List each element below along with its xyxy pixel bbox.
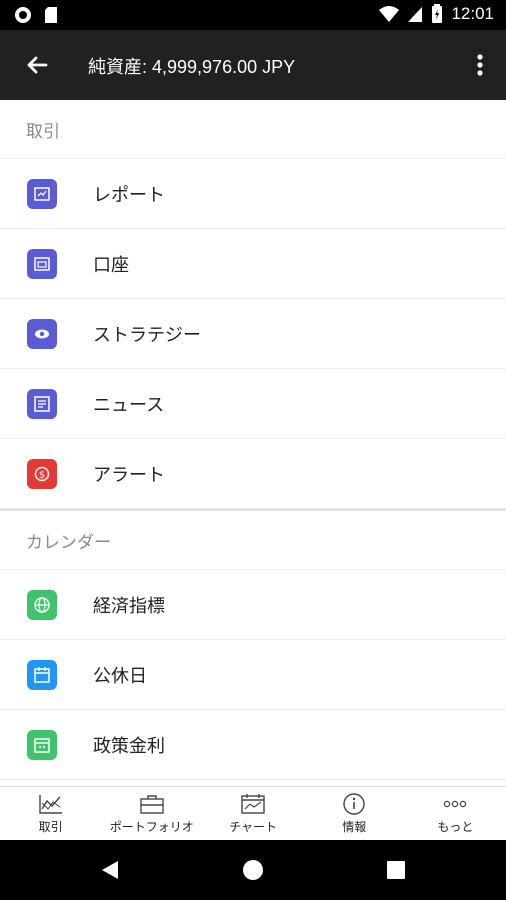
- signal-icon: [408, 7, 423, 22]
- list-item-label: ニュース: [93, 394, 165, 415]
- back-arrow-icon[interactable]: [22, 50, 52, 80]
- camera-icon: [15, 7, 31, 23]
- news-icon: [27, 388, 57, 419]
- home-circle-icon[interactable]: [242, 859, 264, 881]
- section-header-trade: 取引: [0, 100, 506, 159]
- tab-trade[interactable]: 取引: [0, 787, 101, 841]
- back-triangle-icon[interactable]: [100, 860, 120, 880]
- battery-icon: [432, 4, 443, 23]
- rates-icon: [27, 729, 57, 760]
- list-item-news[interactable]: ニュース: [0, 369, 506, 439]
- list-item-public-holidays[interactable]: 公休日: [0, 640, 506, 710]
- info-icon: [343, 793, 365, 815]
- list-item-report[interactable]: レポート: [0, 159, 506, 229]
- list-item-label: 公休日: [93, 665, 147, 686]
- more-icon: [444, 800, 467, 808]
- tab-label: 取引: [38, 820, 63, 834]
- svg-text:$: $: [39, 470, 45, 481]
- tab-label: ポートフォリオ: [109, 820, 194, 834]
- system-navigation-bar: [0, 840, 506, 900]
- sd-card-icon: [45, 7, 57, 23]
- calendar-icon: [27, 659, 57, 690]
- list-item-label: レポート: [93, 184, 165, 205]
- status-time: 12:01: [451, 4, 494, 23]
- list-item-account[interactable]: 口座: [0, 229, 506, 299]
- list-item-label: アラート: [93, 464, 165, 485]
- list-item-economic-indicators[interactable]: 経済指標: [0, 570, 506, 640]
- briefcase-icon: [140, 795, 164, 814]
- menu-list: 取引 レポート 口座 ストラテジー ニュース $ アラート カレンダー 経済指標…: [0, 100, 506, 786]
- list-item-label: ストラテジー: [93, 324, 201, 345]
- report-icon: [27, 178, 57, 209]
- tab-info[interactable]: 情報: [304, 787, 405, 841]
- list-item-strategy[interactable]: ストラテジー: [0, 299, 506, 369]
- alert-icon: $: [27, 458, 57, 489]
- tab-label: チャート: [229, 820, 277, 834]
- tab-label: 情報: [342, 820, 367, 834]
- tab-label: もっと: [437, 820, 474, 834]
- list-item-policy-rates[interactable]: 政策金利: [0, 710, 506, 780]
- section-header-calendar: カレンダー: [0, 511, 506, 570]
- page-title: 純資産: 4,999,976.00 JPY: [88, 57, 296, 77]
- app-bar: 純資産: 4,999,976.00 JPY: [0, 30, 506, 100]
- overflow-menu-icon[interactable]: [470, 50, 490, 80]
- list-item-alert[interactable]: $ アラート: [0, 439, 506, 509]
- globe-icon: [27, 589, 57, 620]
- status-bar: 12:01: [0, 0, 506, 30]
- wifi-icon: [379, 6, 400, 22]
- list-item-label: 政策金利: [93, 735, 165, 756]
- bottom-navigation: 取引 ポートフォリオ チャート 情報 もっと: [0, 786, 506, 841]
- trade-chart-icon: [38, 795, 62, 814]
- account-icon: [27, 248, 57, 279]
- tab-portfolio[interactable]: ポートフォリオ: [101, 787, 202, 841]
- chart-calendar-icon: [241, 794, 265, 814]
- recents-square-icon[interactable]: [387, 861, 405, 879]
- list-item-label: 経済指標: [93, 595, 165, 616]
- tab-more[interactable]: もっと: [405, 787, 506, 841]
- tab-chart[interactable]: チャート: [202, 787, 303, 841]
- strategy-icon: [27, 318, 57, 349]
- list-item-label: 口座: [93, 254, 129, 275]
